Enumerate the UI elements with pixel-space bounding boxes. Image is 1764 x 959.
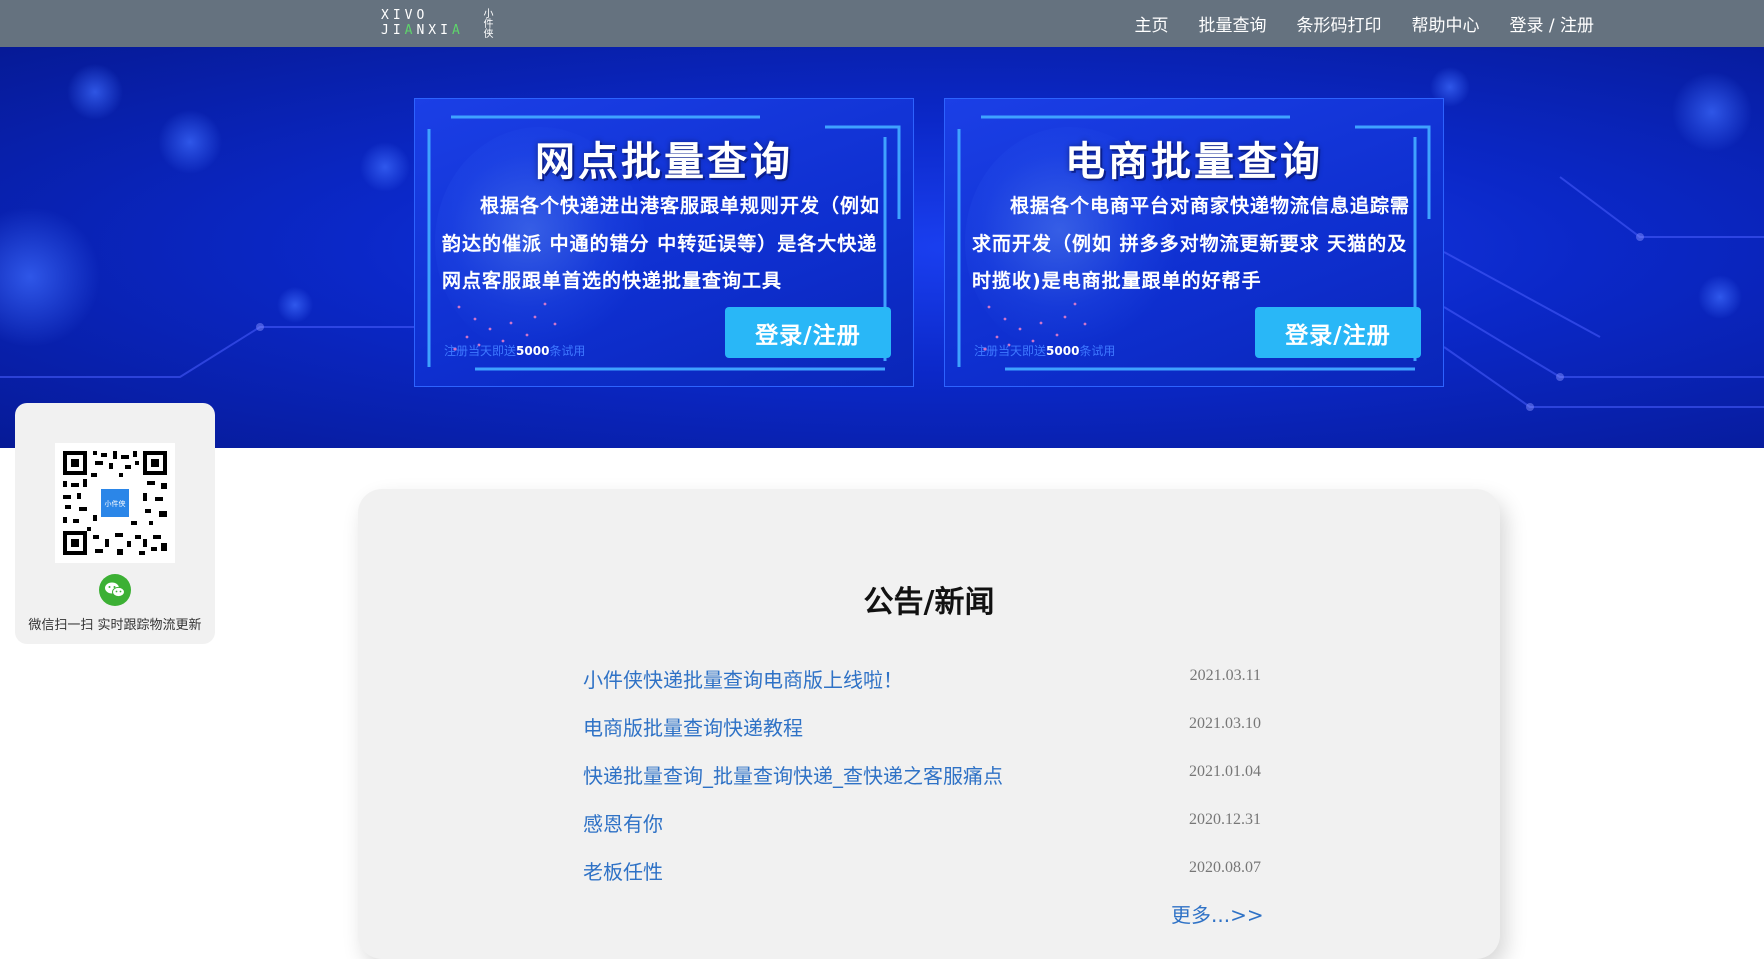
news-list: 小件侠快递批量查询电商版上线啦！ 2021.03.11 电商版批量查询快递教程 … xyxy=(583,664,1261,904)
logo-chinese-text: 小件侠 xyxy=(481,8,492,38)
site-logo[interactable]: XIVO JIANXIA 小件侠 xyxy=(381,8,493,40)
news-link[interactable]: 老板任性 xyxy=(583,856,663,885)
svg-text:小件侠: 小件侠 xyxy=(105,499,126,508)
main-nav: 主页 批量查询 条形码打印 帮助中心 登录 / 注册 xyxy=(1104,0,1594,47)
news-link[interactable]: 电商版批量查询快递教程 xyxy=(583,712,803,741)
logo-text-row2: JIANXIA xyxy=(381,23,464,38)
nav-home[interactable]: 主页 xyxy=(1134,11,1168,36)
news-link[interactable]: 快递批量查询_批量查询快递_查快递之客服痛点 xyxy=(583,760,1003,789)
news-date: 2020.08.07 xyxy=(1189,859,1261,876)
nav-login-register[interactable]: 登录 / 注册 xyxy=(1509,11,1594,36)
news-link[interactable]: 感恩有你 xyxy=(583,808,663,837)
outlet-batch-query-card: 网点批量查询 根据各个快递进出港客服跟单规则开发（例如韵达的催派 中通的错分 中… xyxy=(414,98,914,387)
news-date: 2021.03.11 xyxy=(1189,667,1261,684)
card-description: 根据各个快递进出港客服跟单规则开发（例如韵达的催派 中通的错分 中转延误等）是各… xyxy=(442,195,881,292)
news-link[interactable]: 小件侠快递批量查询电商版上线啦！ xyxy=(583,664,903,693)
news-section: 公告/新闻 小件侠快递批量查询电商版上线啦！ 2021.03.11 电商版批量查… xyxy=(358,489,1500,959)
trial-offer-text: 注册当天即送5000条试用 xyxy=(974,344,1116,358)
hero-banner: 网点批量查询 根据各个快递进出港客服跟单规则开发（例如韵达的催派 中通的错分 中… xyxy=(0,47,1764,448)
news-date: 2021.01.04 xyxy=(1189,763,1261,780)
trial-offer-text: 注册当天即送5000条试用 xyxy=(444,344,586,358)
ecommerce-batch-query-card: 电商批量查询 根据各个电商平台对商家快递物流信息追踪需求而开发（例如 拼多多对物… xyxy=(944,98,1444,387)
login-register-button[interactable]: 登录/注册 xyxy=(1255,307,1421,358)
news-item: 感恩有你 2020.12.31 xyxy=(583,808,1261,856)
wechat-qr-panel: 小件侠 微信扫一扫 实时跟踪物流更新 xyxy=(15,403,215,644)
card-title: 网点批量查询 xyxy=(535,139,793,185)
news-item: 老板任性 2020.08.07 xyxy=(583,856,1261,904)
top-nav-bar: XIVO JIANXIA 小件侠 主页 批量查询 条形码打印 帮助中心 登录 /… xyxy=(0,0,1764,47)
nav-barcode-print[interactable]: 条形码打印 xyxy=(1296,11,1381,36)
login-register-button[interactable]: 登录/注册 xyxy=(725,307,891,358)
logo-text-row1: XIVO xyxy=(381,8,429,23)
news-item: 电商版批量查询快递教程 2021.03.10 xyxy=(583,712,1261,760)
card-title: 电商批量查询 xyxy=(1065,139,1323,185)
card-description: 根据各个电商平台对商家快递物流信息追踪需求而开发（例如 拼多多对物流更新要求 天… xyxy=(972,195,1411,292)
wechat-icon xyxy=(99,574,131,606)
nav-help-center[interactable]: 帮助中心 xyxy=(1411,11,1479,36)
more-news-link[interactable]: 更多...>> xyxy=(1171,899,1264,928)
news-item: 快递批量查询_批量查询快递_查快递之客服痛点 2021.01.04 xyxy=(583,760,1261,808)
news-date: 2021.03.10 xyxy=(1189,715,1261,732)
news-item: 小件侠快递批量查询电商版上线啦！ 2021.03.11 xyxy=(583,664,1261,712)
qr-caption: 微信扫一扫 实时跟踪物流更新 xyxy=(28,618,202,633)
qr-code: 小件侠 xyxy=(55,443,175,563)
news-date: 2020.12.31 xyxy=(1189,811,1261,828)
nav-batch-query[interactable]: 批量查询 xyxy=(1198,11,1266,36)
news-title: 公告/新闻 xyxy=(863,585,995,620)
